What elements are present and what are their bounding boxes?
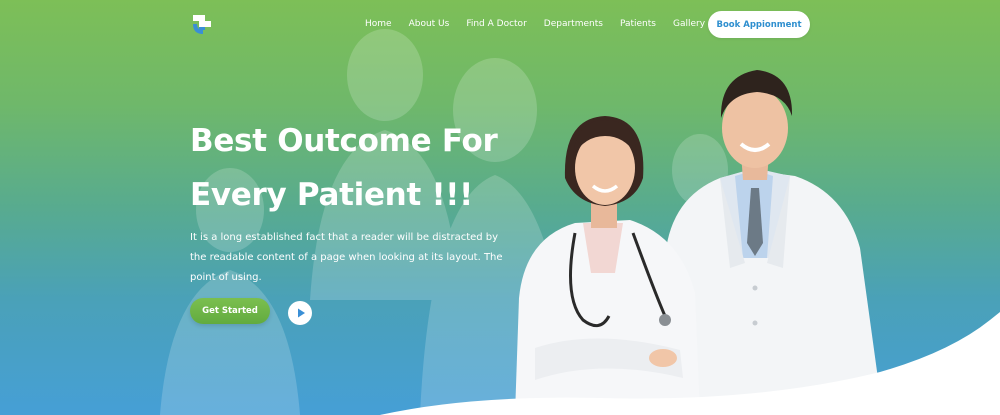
nav-item-home[interactable]: Home [365,16,392,32]
play-icon [298,308,305,318]
female-doctor [515,116,700,415]
top-navigation: Home About Us Find A Doctor Departments … [0,0,1000,48]
nav-item-find-a-doctor[interactable]: Find A Doctor [466,16,526,32]
play-video-button[interactable] [288,301,312,325]
nav-item-patients[interactable]: Patients [620,16,656,32]
book-appointment-button[interactable]: Book Appionment [708,11,810,38]
get-started-button[interactable]: Get Started [190,298,270,324]
headline-line-2: Every Patient !!! [190,177,473,213]
headline-line-1: Best Outcome For [190,123,498,159]
nav-item-about-us[interactable]: About Us [409,16,450,32]
nav-menu: Home About Us Find A Doctor Departments … [365,16,705,32]
hero-section: Home About Us Find A Doctor Departments … [0,0,1000,415]
medical-cross-logo-icon[interactable] [190,14,214,36]
doctors-image [515,70,883,415]
hero-headline: Best Outcome For Every Patient !!! [190,114,530,222]
nav-item-departments[interactable]: Departments [544,16,603,32]
hero-description: It is a long established fact that a rea… [190,232,503,283]
nav-item-gallery[interactable]: Gallery [673,16,705,32]
